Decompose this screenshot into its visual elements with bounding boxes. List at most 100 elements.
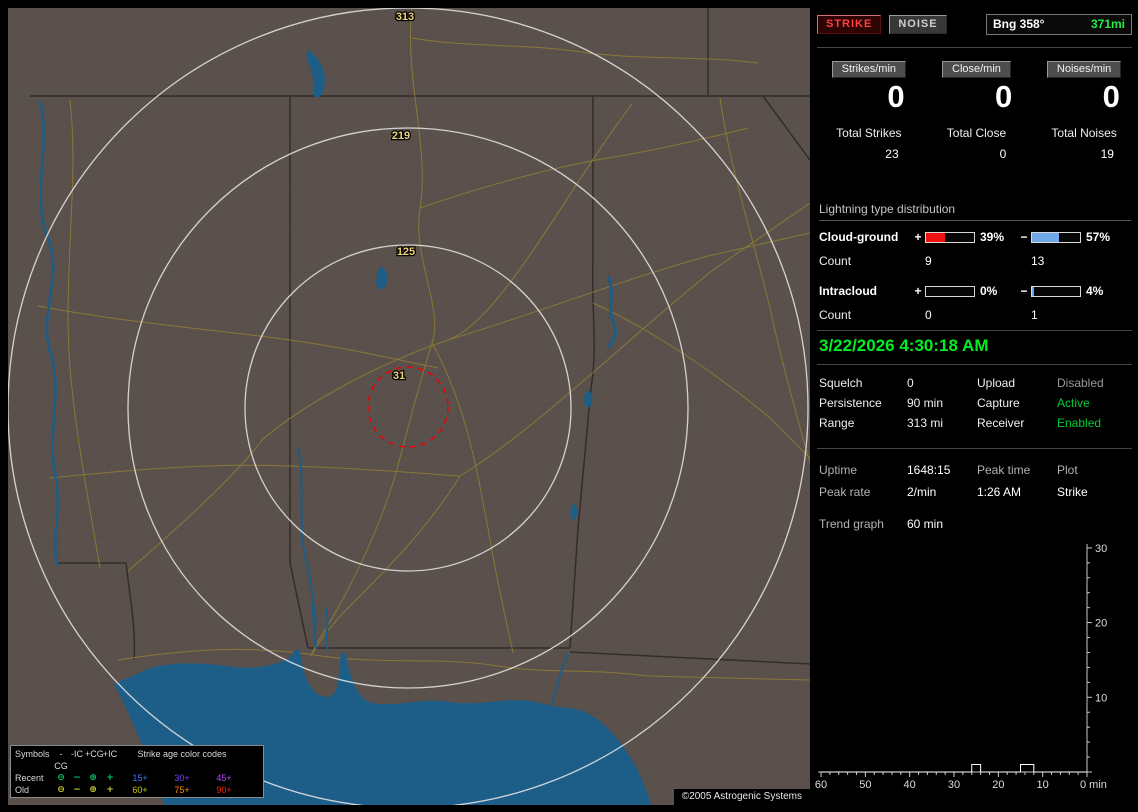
copyright-label: ©2005 Astrogenic Systems (673, 789, 810, 805)
neg-ic-symbol: − (73, 785, 81, 795)
neg-ic-symbol: − (73, 773, 81, 783)
close-per-min-button[interactable]: Close/min (942, 61, 1011, 78)
ring-label-31: 31 (393, 370, 405, 382)
intracloud-label: Intracloud (819, 284, 878, 298)
upload-label: Upload (977, 376, 1016, 390)
noises-per-min-value: 0 (1102, 79, 1120, 114)
legend-symbols-title: Symbols (15, 749, 50, 759)
legend-age-title: Strike age color codes (137, 749, 227, 759)
legend-col-header-pic: +IC (102, 749, 118, 759)
count-label: Count (819, 308, 852, 322)
plot-label: Plot (1057, 463, 1078, 477)
noise-mode-button[interactable]: NOISE (889, 15, 947, 34)
svg-text:10: 10 (1095, 692, 1107, 704)
neg-cg-symbol: ⊖ (57, 773, 65, 783)
strike-mode-button[interactable]: STRIKE (817, 15, 882, 34)
pos-cg-symbol: ⊕ (89, 773, 97, 783)
noises-per-min-button[interactable]: Noises/min (1046, 61, 1122, 78)
svg-text:20: 20 (1095, 618, 1107, 630)
ic-positive-count: 0 (925, 308, 932, 322)
upload-status: Disabled (1057, 376, 1104, 390)
intracloud-count-row: Count 0 1 (819, 303, 1131, 327)
strike-legend: Symbols -CG -IC +CG +IC Strike age color… (10, 745, 264, 798)
age-badge: 90+ (216, 785, 232, 795)
settings-row: Squelch 0 Upload Disabled (819, 373, 1131, 393)
pos-ic-symbol: + (106, 785, 114, 795)
distribution-title: Lightning type distribution (819, 202, 1131, 221)
range-label: Range (819, 416, 855, 430)
ring-label-125: 125 (397, 246, 415, 258)
date-time-display: 3/22/2026 4:30:18 AM (819, 336, 989, 355)
peak-time-label: Peak time (977, 463, 1031, 477)
ic-negative-pct: 4% (1086, 284, 1104, 298)
cg-positive-bar-fill (926, 232, 945, 242)
total-close-value: 0 (999, 146, 1007, 161)
legend-row-label: Old (15, 785, 30, 795)
lightning-map[interactable]: 313 219 125 31 Symbols -CG -IC +CG +IC S… (8, 8, 810, 805)
minus-sign: − (1020, 230, 1028, 244)
map-art: 313 219 125 31 (8, 8, 810, 805)
noises-column: Noises/min 0 Total Noises 19 (1030, 61, 1138, 161)
peak-rate-label: Peak rate (819, 485, 871, 499)
strikes-column: Strikes/min 0 Total Strikes 23 (815, 61, 923, 161)
cloud-ground-row: Cloud-ground + 39% − 57% (819, 225, 1131, 249)
settings-row: Persistence 90 min Capture Active (819, 393, 1131, 413)
cg-negative-bar-fill (1032, 232, 1060, 242)
age-badge: 15+ (132, 773, 148, 783)
strikes-per-min-value: 0 (887, 79, 905, 114)
ic-positive-pct: 0% (980, 284, 998, 298)
cg-positive-count: 9 (925, 254, 932, 268)
svg-text:30: 30 (948, 779, 960, 791)
cg-negative-count: 13 (1031, 254, 1045, 268)
cg-negative-pct: 57% (1086, 230, 1111, 244)
squelch-value: 0 (907, 376, 914, 390)
minus-sign: − (1020, 284, 1028, 298)
age-badge: 45+ (216, 773, 232, 783)
peak-time-value: 1:26 AM (977, 485, 1022, 499)
receiver-status: Enabled (1057, 416, 1102, 430)
status-row: Uptime 1648:15 Peak time Plot (819, 459, 1131, 481)
range-value: 313 mi (907, 416, 944, 430)
divider (817, 364, 1132, 365)
uptime-value: 1648:15 (907, 463, 951, 477)
trend-graph: 10 20 30 60 50 40 30 20 10 0 min (815, 543, 1107, 791)
ic-negative-count: 1 (1031, 308, 1038, 322)
divider (817, 330, 1132, 331)
count-label: Count (819, 254, 852, 268)
uptime-label: Uptime (819, 463, 858, 477)
capture-label: Capture (977, 396, 1020, 410)
divider (817, 448, 1132, 449)
legend-row-label: Recent (15, 773, 44, 783)
ring-label-219: 219 (392, 130, 410, 142)
persistence-value: 90 min (907, 396, 944, 410)
distance-value: 371mi (1090, 17, 1125, 31)
divider (817, 47, 1132, 48)
bearing-value: Bng 358° (993, 17, 1045, 31)
svg-text:10: 10 (1037, 779, 1049, 791)
sidebar: STRIKE NOISE Bng 358° 371mi Strikes/min … (815, 0, 1138, 812)
peak-rate-value: 2/min (907, 485, 937, 499)
svg-text:30: 30 (1095, 543, 1107, 555)
cg-positive-pct: 39% (980, 230, 1005, 244)
squelch-label: Squelch (819, 376, 863, 390)
mode-header: STRIKE NOISE Bng 358° 371mi (817, 14, 1132, 35)
total-strikes-label: Total Strikes (836, 125, 902, 140)
legend-col-header-ncg: -CG (54, 749, 68, 771)
age-badge: 30+ (174, 773, 190, 783)
capture-status: Active (1057, 396, 1090, 410)
neg-cg-symbol: ⊖ (57, 785, 65, 795)
plus-sign: + (914, 230, 922, 244)
lightning-type-distribution: Lightning type distribution Cloud-ground… (819, 202, 1131, 327)
total-close-label: Total Close (946, 125, 1007, 140)
legend-col-header-pcg: +CG (85, 749, 104, 759)
plot-value: Strike (1057, 485, 1088, 499)
persistence-label: Persistence (819, 396, 882, 410)
strikes-per-min-button[interactable]: Strikes/min (831, 61, 907, 78)
age-badge: 75+ (174, 785, 190, 795)
bearing-readout: Bng 358° 371mi (986, 14, 1132, 35)
pos-cg-symbol: ⊕ (89, 785, 97, 795)
intracloud-row: Intracloud + 0% − 4% (819, 279, 1131, 303)
total-noises-value: 19 (1100, 146, 1114, 161)
status-row: Peak rate 2/min 1:26 AM Strike (819, 481, 1131, 503)
rate-stats: Strikes/min 0 Total Strikes 23 Close/min… (815, 61, 1138, 161)
